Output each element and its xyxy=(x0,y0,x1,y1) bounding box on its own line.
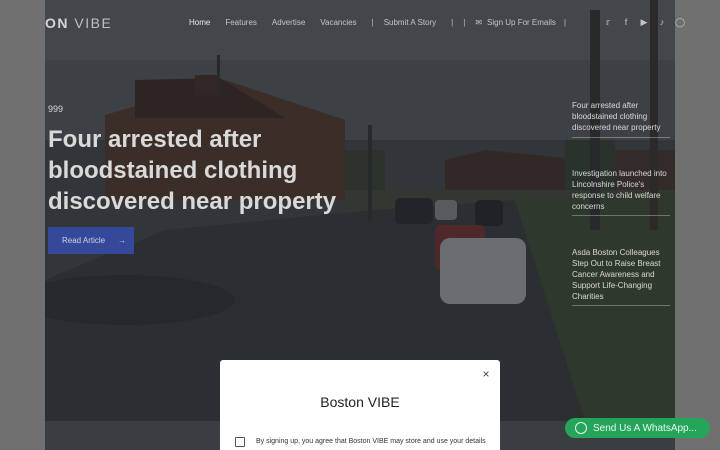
consent-text: By signing up, you agree that Boston VIB… xyxy=(256,438,486,445)
whatsapp-label: Send Us A WhatsApp... xyxy=(593,422,697,434)
signup-modal: × Boston VIBE By signing up, you agree t… xyxy=(220,360,500,450)
modal-title: Boston VIBE xyxy=(320,394,400,410)
close-icon[interactable]: × xyxy=(479,367,493,381)
whatsapp-button[interactable]: Send Us A WhatsApp... xyxy=(565,418,710,438)
consent-checkbox[interactable] xyxy=(235,437,245,447)
whatsapp-icon xyxy=(575,422,587,434)
